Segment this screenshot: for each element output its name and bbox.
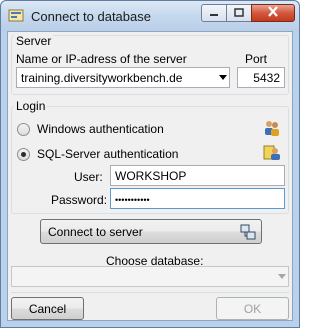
sql-user-icon [263, 143, 281, 164]
server-connect-icon [239, 223, 257, 244]
windows-auth-radio[interactable] [17, 123, 30, 136]
chevron-down-icon[interactable] [278, 274, 286, 279]
title-bar[interactable]: Connect to database [1, 1, 299, 31]
chevron-down-icon[interactable] [219, 75, 227, 80]
ok-button-label: OK [243, 302, 262, 316]
window-title: Connect to database [31, 9, 151, 24]
server-name-label: Name or IP-adress of the server [16, 52, 187, 66]
cancel-button-label: Cancel [28, 302, 67, 316]
windows-users-icon [263, 119, 281, 140]
database-combobox[interactable] [11, 266, 289, 287]
cancel-button[interactable]: Cancel [11, 297, 84, 320]
connect-button-label: Connect to server [48, 225, 143, 239]
user-label: User: [74, 170, 103, 184]
maximize-button[interactable] [226, 4, 252, 22]
close-button[interactable] [251, 4, 295, 22]
ok-button[interactable]: OK [216, 297, 289, 320]
port-label: Port [245, 52, 268, 66]
minimize-button[interactable] [201, 4, 227, 22]
sql-auth-radio[interactable] [17, 148, 30, 161]
port-value: 5432 [253, 71, 280, 85]
password-input[interactable]: ••••••••••• [110, 188, 285, 209]
password-label: Password: [51, 193, 108, 207]
sql-auth-label[interactable]: SQL-Server authentication [37, 147, 178, 161]
connect-dialog: Connect to database Server Name or IP-ad… [0, 0, 300, 328]
password-value: ••••••••••• [115, 195, 150, 205]
server-group-label: Server [14, 34, 54, 48]
login-group-label: Login [14, 99, 48, 113]
windows-auth-label[interactable]: Windows authentication [37, 122, 164, 136]
close-icon [267, 6, 279, 20]
server-combobox[interactable]: training.diversityworkbench.de [16, 67, 230, 88]
database-connect-icon [8, 8, 24, 24]
maximize-icon [234, 6, 244, 20]
server-value: training.diversityworkbench.de [21, 71, 183, 85]
port-input[interactable]: 5432 [237, 67, 285, 88]
user-input[interactable]: WORKSHOP [110, 165, 285, 186]
footer-separator [11, 292, 289, 293]
dialog-client-area: Server Name or IP-adress of the server P… [7, 31, 293, 321]
minimize-icon [209, 6, 219, 20]
user-value: WORKSHOP [115, 169, 187, 183]
radio-selected-dot [21, 152, 26, 157]
connect-to-server-button[interactable]: Connect to server [40, 219, 262, 244]
